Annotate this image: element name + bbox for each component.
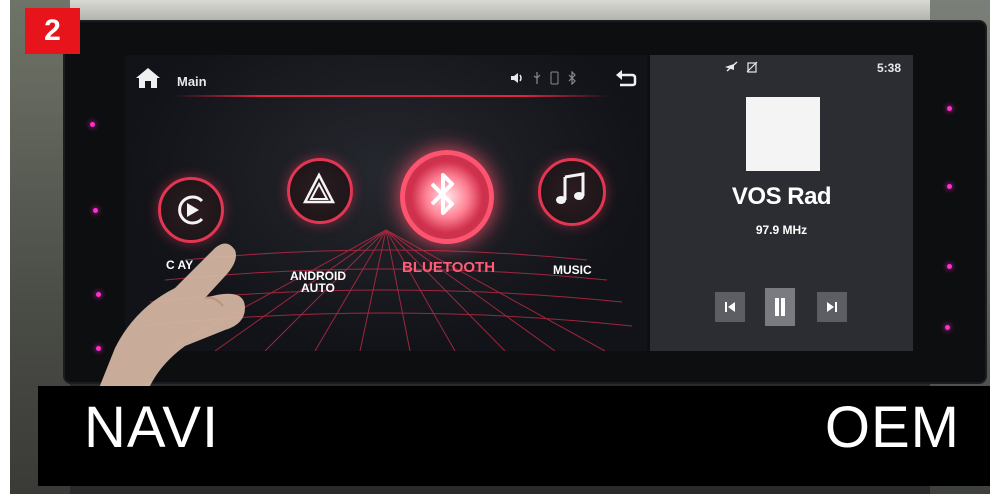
caption-left: NAVI — [84, 395, 220, 460]
bezel-led — [947, 106, 952, 111]
clock: 5:38 — [876, 61, 901, 75]
back-arrow-icon[interactable] — [615, 69, 637, 87]
album-art — [746, 97, 820, 171]
previous-button[interactable] — [715, 292, 745, 322]
bluetooth-icon — [430, 173, 454, 215]
next-button[interactable] — [817, 292, 847, 322]
radio-panel: 5:38 VOS Rad 97.9 MHz — [650, 55, 913, 351]
page-title: Main — [177, 74, 207, 89]
no-signal-icon — [746, 61, 758, 73]
status-icons — [510, 69, 577, 87]
bezel-led — [945, 325, 950, 330]
caption-bar: NAVI OEM — [38, 386, 990, 486]
topbar-divider — [173, 95, 611, 97]
bezel-led — [947, 264, 952, 269]
bezel-led — [947, 184, 952, 189]
right-border — [990, 0, 999, 494]
bezel-led — [93, 208, 98, 213]
pause-button[interactable] — [765, 288, 795, 326]
home-icon[interactable] — [135, 67, 161, 89]
step-badge: 2 — [25, 8, 80, 54]
bezel-led — [90, 122, 95, 127]
speaker-icon — [511, 73, 522, 83]
bluetooth-label: BLUETOOTH — [402, 259, 496, 276]
hand-photo — [95, 243, 245, 398]
usb-icon — [533, 72, 541, 84]
mute-icon — [725, 61, 738, 72]
left-border — [0, 0, 6, 494]
android-auto-label-2: AUTO — [301, 281, 335, 295]
android-auto-icon — [302, 172, 336, 204]
bluetooth-app[interactable]: BLUETOOTH — [395, 150, 505, 280]
radio-status-bar: 5:38 — [650, 55, 913, 79]
top-bar: Main — [125, 55, 647, 99]
music-label: MUSIC — [553, 263, 592, 277]
next-icon — [827, 302, 837, 312]
previous-icon — [725, 302, 735, 312]
carplay-icon — [178, 195, 204, 225]
android-auto-app[interactable]: ANDROID AUTO — [285, 158, 365, 295]
caption-right: OEM — [824, 395, 960, 460]
phone-icon — [550, 71, 559, 85]
pause-icon — [775, 298, 785, 316]
station-frequency: 97.9 MHz — [755, 223, 808, 237]
music-app[interactable]: MUSIC — [538, 158, 618, 278]
station-name: VOS Rad — [731, 183, 832, 210]
bluetooth-icon — [568, 71, 576, 85]
music-note-icon — [556, 172, 585, 204]
